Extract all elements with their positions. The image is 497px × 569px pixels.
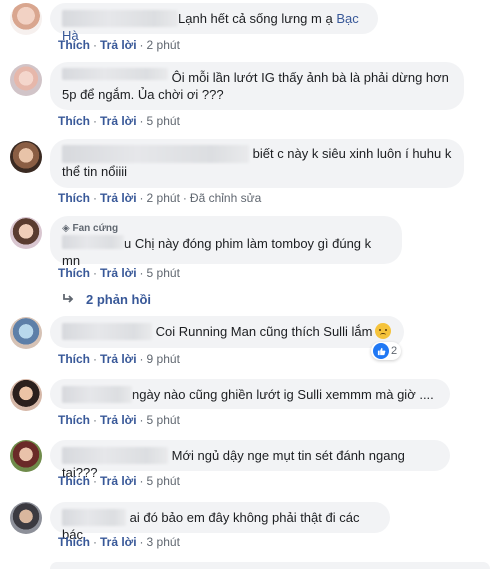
comment-actions: Thích · Trả lời · 5 phút — [58, 266, 180, 280]
avatar[interactable] — [10, 3, 42, 35]
timestamp[interactable]: 5 phút — [147, 266, 180, 280]
reply-link[interactable]: Trả lời — [100, 266, 137, 280]
like-link[interactable]: Thích — [58, 266, 90, 280]
blurred-name — [62, 386, 132, 403]
blurred-name — [62, 68, 168, 80]
reaction-count[interactable]: 2 — [371, 342, 402, 360]
blurred-name — [62, 10, 178, 27]
timestamp[interactable]: 3 phút — [147, 535, 180, 549]
reply-link[interactable]: Trả lời — [100, 114, 137, 128]
reply-link[interactable]: Trả lời — [100, 535, 137, 549]
blurred-name — [62, 145, 249, 163]
diamond-icon: ◈ — [62, 223, 70, 234]
comment-bubble: Ôi mỗi lần lướt IG thấy ảnh bà là phải d… — [50, 62, 464, 110]
view-replies-link[interactable]: 2 phản hồi — [62, 292, 151, 307]
reply-link[interactable]: Trả lời — [100, 352, 137, 366]
avatar[interactable] — [10, 64, 42, 96]
comment-bubble: Lạnh hết cả sống lưng m ạ Bạc Hà — [50, 3, 378, 43]
comment-actions: Thích · Trả lời · 2 phút · Đã chỉnh sửa — [58, 191, 262, 205]
like-link[interactable]: Thích — [58, 114, 90, 128]
avatar[interactable] — [10, 317, 42, 349]
like-link[interactable]: Thích — [58, 413, 90, 427]
comment-actions: Thích · Trả lời · 9 phút — [58, 352, 180, 366]
avatar[interactable] — [10, 141, 42, 173]
avatar[interactable] — [10, 217, 42, 249]
like-link[interactable]: Thích — [58, 535, 90, 549]
timestamp[interactable]: 5 phút — [147, 114, 180, 128]
reply-link[interactable]: Trả lời — [100, 38, 137, 52]
comment-actions: Thích · Trả lời · 5 phút — [58, 114, 180, 128]
timestamp[interactable]: 9 phút — [147, 352, 180, 366]
comment-text: Lạnh hết cả sống lưng m ạ — [178, 11, 333, 26]
avatar[interactable] — [10, 502, 42, 534]
comment-text-line2: 5p để ngắm. Ủa chời ơi ??? — [62, 87, 224, 102]
reply-link[interactable]: Trả lời — [100, 191, 137, 205]
like-link[interactable]: Thích — [58, 191, 90, 205]
next-comment-partial — [50, 562, 490, 569]
comment-actions: Thích · Trả lời · 3 phút — [58, 535, 180, 549]
comment-text-line1: Ôi mỗi lần lướt IG thấy ảnh bà là phải d… — [171, 70, 449, 85]
avatar[interactable] — [10, 440, 42, 472]
comment-bubble: biết c này k siêu xinh luôn í huhu k thể… — [50, 139, 464, 188]
reply-link[interactable]: Trả lời — [100, 413, 137, 427]
like-link[interactable]: Thích — [58, 474, 90, 488]
comment-bubble: ◈ Fan cứng u Chị này đóng phim làm tombo… — [50, 216, 402, 268]
comment-bubble: ai đó bảo em đây không phải thật đi các … — [50, 502, 390, 542]
timestamp[interactable]: 5 phút — [147, 413, 180, 427]
thumbs-up-icon — [373, 343, 389, 359]
timestamp[interactable]: 2 phút — [147, 38, 180, 52]
sad-emoji-icon — [375, 323, 392, 339]
comment-bubble: ngày nào cũng ghiền lướt ig Sulli xemmm … — [50, 379, 450, 409]
comment-text-line2: thể tin nổiiii — [62, 164, 128, 179]
blurred-name — [62, 509, 126, 526]
like-link[interactable]: Thích — [58, 352, 90, 366]
comment-text: ngày nào cũng ghiền lướt ig Sulli xemmm … — [132, 387, 434, 402]
comment-text: Coi Running Man cũng thích Sulli lắm — [155, 324, 373, 339]
reply-arrow-icon — [63, 294, 74, 303]
edited-label[interactable]: Đã chỉnh sửa — [190, 191, 261, 205]
like-link[interactable]: Thích — [58, 38, 90, 52]
timestamp[interactable]: 2 phút — [147, 191, 180, 205]
comment-actions: Thích · Trả lời · 2 phút — [58, 38, 180, 52]
blurred-name — [62, 323, 152, 340]
comment-actions: Thích · Trả lời · 5 phút — [58, 474, 180, 488]
avatar[interactable] — [10, 379, 42, 411]
comment-text-line1: biết c này k siêu xinh luôn í huhu k — [252, 146, 452, 161]
comment-bubble: Coi Running Man cũng thích Sulli lắm — [50, 316, 404, 348]
reply-link[interactable]: Trả lời — [100, 474, 137, 488]
replies-count[interactable]: 2 phản hồi — [86, 292, 151, 307]
blurred-name — [62, 235, 124, 249]
timestamp[interactable]: 5 phút — [147, 474, 180, 488]
comment-actions: Thích · Trả lời · 5 phút — [58, 413, 180, 427]
blurred-name — [62, 447, 168, 464]
fan-badge: ◈ Fan cứng — [62, 223, 119, 234]
comment-bubble: Mới ngủ dậy nge mụt tin sét đánh ngang t… — [50, 440, 450, 480]
